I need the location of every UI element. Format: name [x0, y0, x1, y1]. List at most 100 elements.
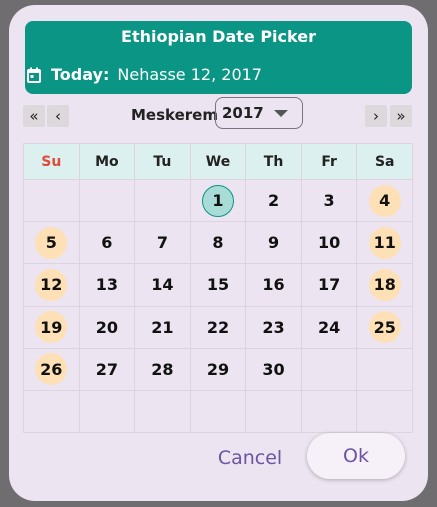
empty-day-cell	[79, 180, 136, 223]
weekday-header-mo: Mo	[79, 144, 136, 180]
empty-day-cell	[24, 390, 80, 433]
day-number: 14	[151, 275, 174, 295]
ok-button[interactable]: Ok	[307, 433, 405, 479]
day-number: 7	[156, 233, 168, 253]
next-month-button[interactable]: ›	[365, 105, 387, 127]
day-cell[interactable]: 26	[24, 348, 80, 391]
day-number: 27	[95, 359, 118, 379]
day-number: 8	[212, 233, 224, 253]
day-number: 9	[267, 233, 280, 253]
empty-day-cell	[135, 390, 191, 433]
empty-day-cell	[301, 348, 358, 391]
weekday-header-fr: Fr	[301, 144, 358, 180]
day-number: 5	[35, 226, 68, 259]
day-cell[interactable]: 13	[79, 264, 136, 307]
day-number: 1	[201, 184, 234, 217]
day-cell[interactable]: 22	[190, 306, 247, 349]
day-number: 10	[317, 233, 341, 253]
calendar-grid: Su Mo Tu We Th Fr Sa 1 2 3 4 5 6 7 8 9 10 11 12 13 14 15 16 17 1…	[23, 143, 413, 433]
day-cell[interactable]: 24	[301, 306, 358, 349]
day-number: 21	[151, 317, 174, 337]
day-cell[interactable]: 23	[246, 306, 302, 349]
calendar-icon	[27, 67, 41, 83]
weekday-header-tu: Tu	[135, 144, 191, 180]
day-cell[interactable]: 27	[79, 348, 136, 391]
year-value: 2017	[222, 104, 264, 122]
weekday-header-su: Su	[24, 144, 80, 180]
day-cell[interactable]: 8	[190, 222, 247, 265]
day-cell[interactable]: 2	[246, 180, 302, 223]
chevron-left-icon: ‹	[55, 107, 61, 125]
day-cell[interactable]: 28	[135, 348, 191, 391]
day-cell[interactable]: 29	[190, 348, 247, 391]
weekday-header-th: Th	[246, 144, 302, 180]
prev-year-button[interactable]: «	[23, 105, 45, 127]
day-cell[interactable]: 9	[246, 222, 302, 265]
day-cell[interactable]: 18	[357, 264, 413, 307]
dialog-title: Ethiopian Date Picker	[121, 27, 316, 46]
double-chevron-right-icon: »	[396, 107, 406, 125]
day-number: 19	[35, 311, 68, 344]
empty-day-cell	[79, 390, 136, 433]
day-cell[interactable]: 11	[357, 222, 413, 265]
header-banner: Ethiopian Date Picker Today: Nehasse 12,…	[25, 21, 412, 94]
day-number: 29	[206, 359, 230, 379]
prev-month-button[interactable]: ‹	[47, 105, 69, 127]
empty-day-cell	[24, 180, 80, 223]
day-number: 22	[206, 317, 230, 337]
month-label: Meskerem	[131, 106, 218, 124]
day-cell[interactable]: 17	[301, 264, 358, 307]
day-cell[interactable]: 7	[135, 222, 191, 265]
day-number: 16	[262, 275, 285, 295]
day-cell[interactable]: 25	[357, 306, 413, 349]
day-cell[interactable]: 30	[246, 348, 302, 391]
today-label: Today:	[51, 65, 110, 84]
empty-day-cell	[301, 390, 358, 433]
day-number: 20	[95, 317, 118, 337]
day-number: 4	[368, 184, 401, 217]
day-number: 11	[368, 226, 401, 259]
cancel-button[interactable]: Cancel	[205, 435, 295, 481]
empty-day-cell	[357, 390, 413, 433]
day-cell[interactable]: 12	[24, 264, 80, 307]
day-number: 15	[206, 275, 230, 295]
day-number: 24	[317, 317, 341, 337]
day-number: 26	[35, 353, 68, 386]
day-cell[interactable]: 3	[301, 180, 358, 223]
chevron-right-icon: ›	[373, 107, 379, 125]
empty-day-cell	[357, 348, 413, 391]
day-cell[interactable]: 5	[24, 222, 80, 265]
day-cell[interactable]: 4	[357, 180, 413, 223]
day-number: 25	[368, 311, 401, 344]
empty-day-cell	[190, 390, 247, 433]
next-year-button[interactable]: »	[390, 105, 412, 127]
empty-day-cell	[135, 180, 191, 223]
day-number: 23	[262, 317, 285, 337]
day-cell[interactable]: 19	[24, 306, 80, 349]
day-cell[interactable]: 10	[301, 222, 358, 265]
day-cell[interactable]: 15	[190, 264, 247, 307]
day-cell[interactable]: 1	[190, 180, 247, 223]
day-number: 2	[267, 191, 280, 211]
day-cell[interactable]: 16	[246, 264, 302, 307]
date-picker-dialog: Ethiopian Date Picker Today: Nehasse 12,…	[9, 5, 428, 501]
day-cell[interactable]: 14	[135, 264, 191, 307]
today-date: Nehasse 12, 2017	[117, 65, 262, 84]
today-row: Today: Nehasse 12, 2017	[27, 65, 262, 84]
day-number: 17	[317, 275, 341, 295]
day-number: 6	[101, 233, 113, 253]
day-number: 3	[323, 191, 335, 211]
empty-day-cell	[246, 390, 302, 433]
day-number: 12	[35, 268, 68, 301]
day-number: 30	[262, 359, 285, 379]
weekday-header-sa: Sa	[357, 144, 413, 180]
weekday-header-we: We	[190, 144, 247, 180]
day-cell[interactable]: 21	[135, 306, 191, 349]
day-number: 18	[368, 268, 401, 301]
day-cell[interactable]: 6	[79, 222, 136, 265]
day-number: 13	[95, 275, 118, 295]
day-cell[interactable]: 20	[79, 306, 136, 349]
year-dropdown[interactable]: 2017	[215, 97, 303, 129]
day-number: 28	[151, 359, 174, 379]
caret-down-icon	[274, 110, 288, 117]
